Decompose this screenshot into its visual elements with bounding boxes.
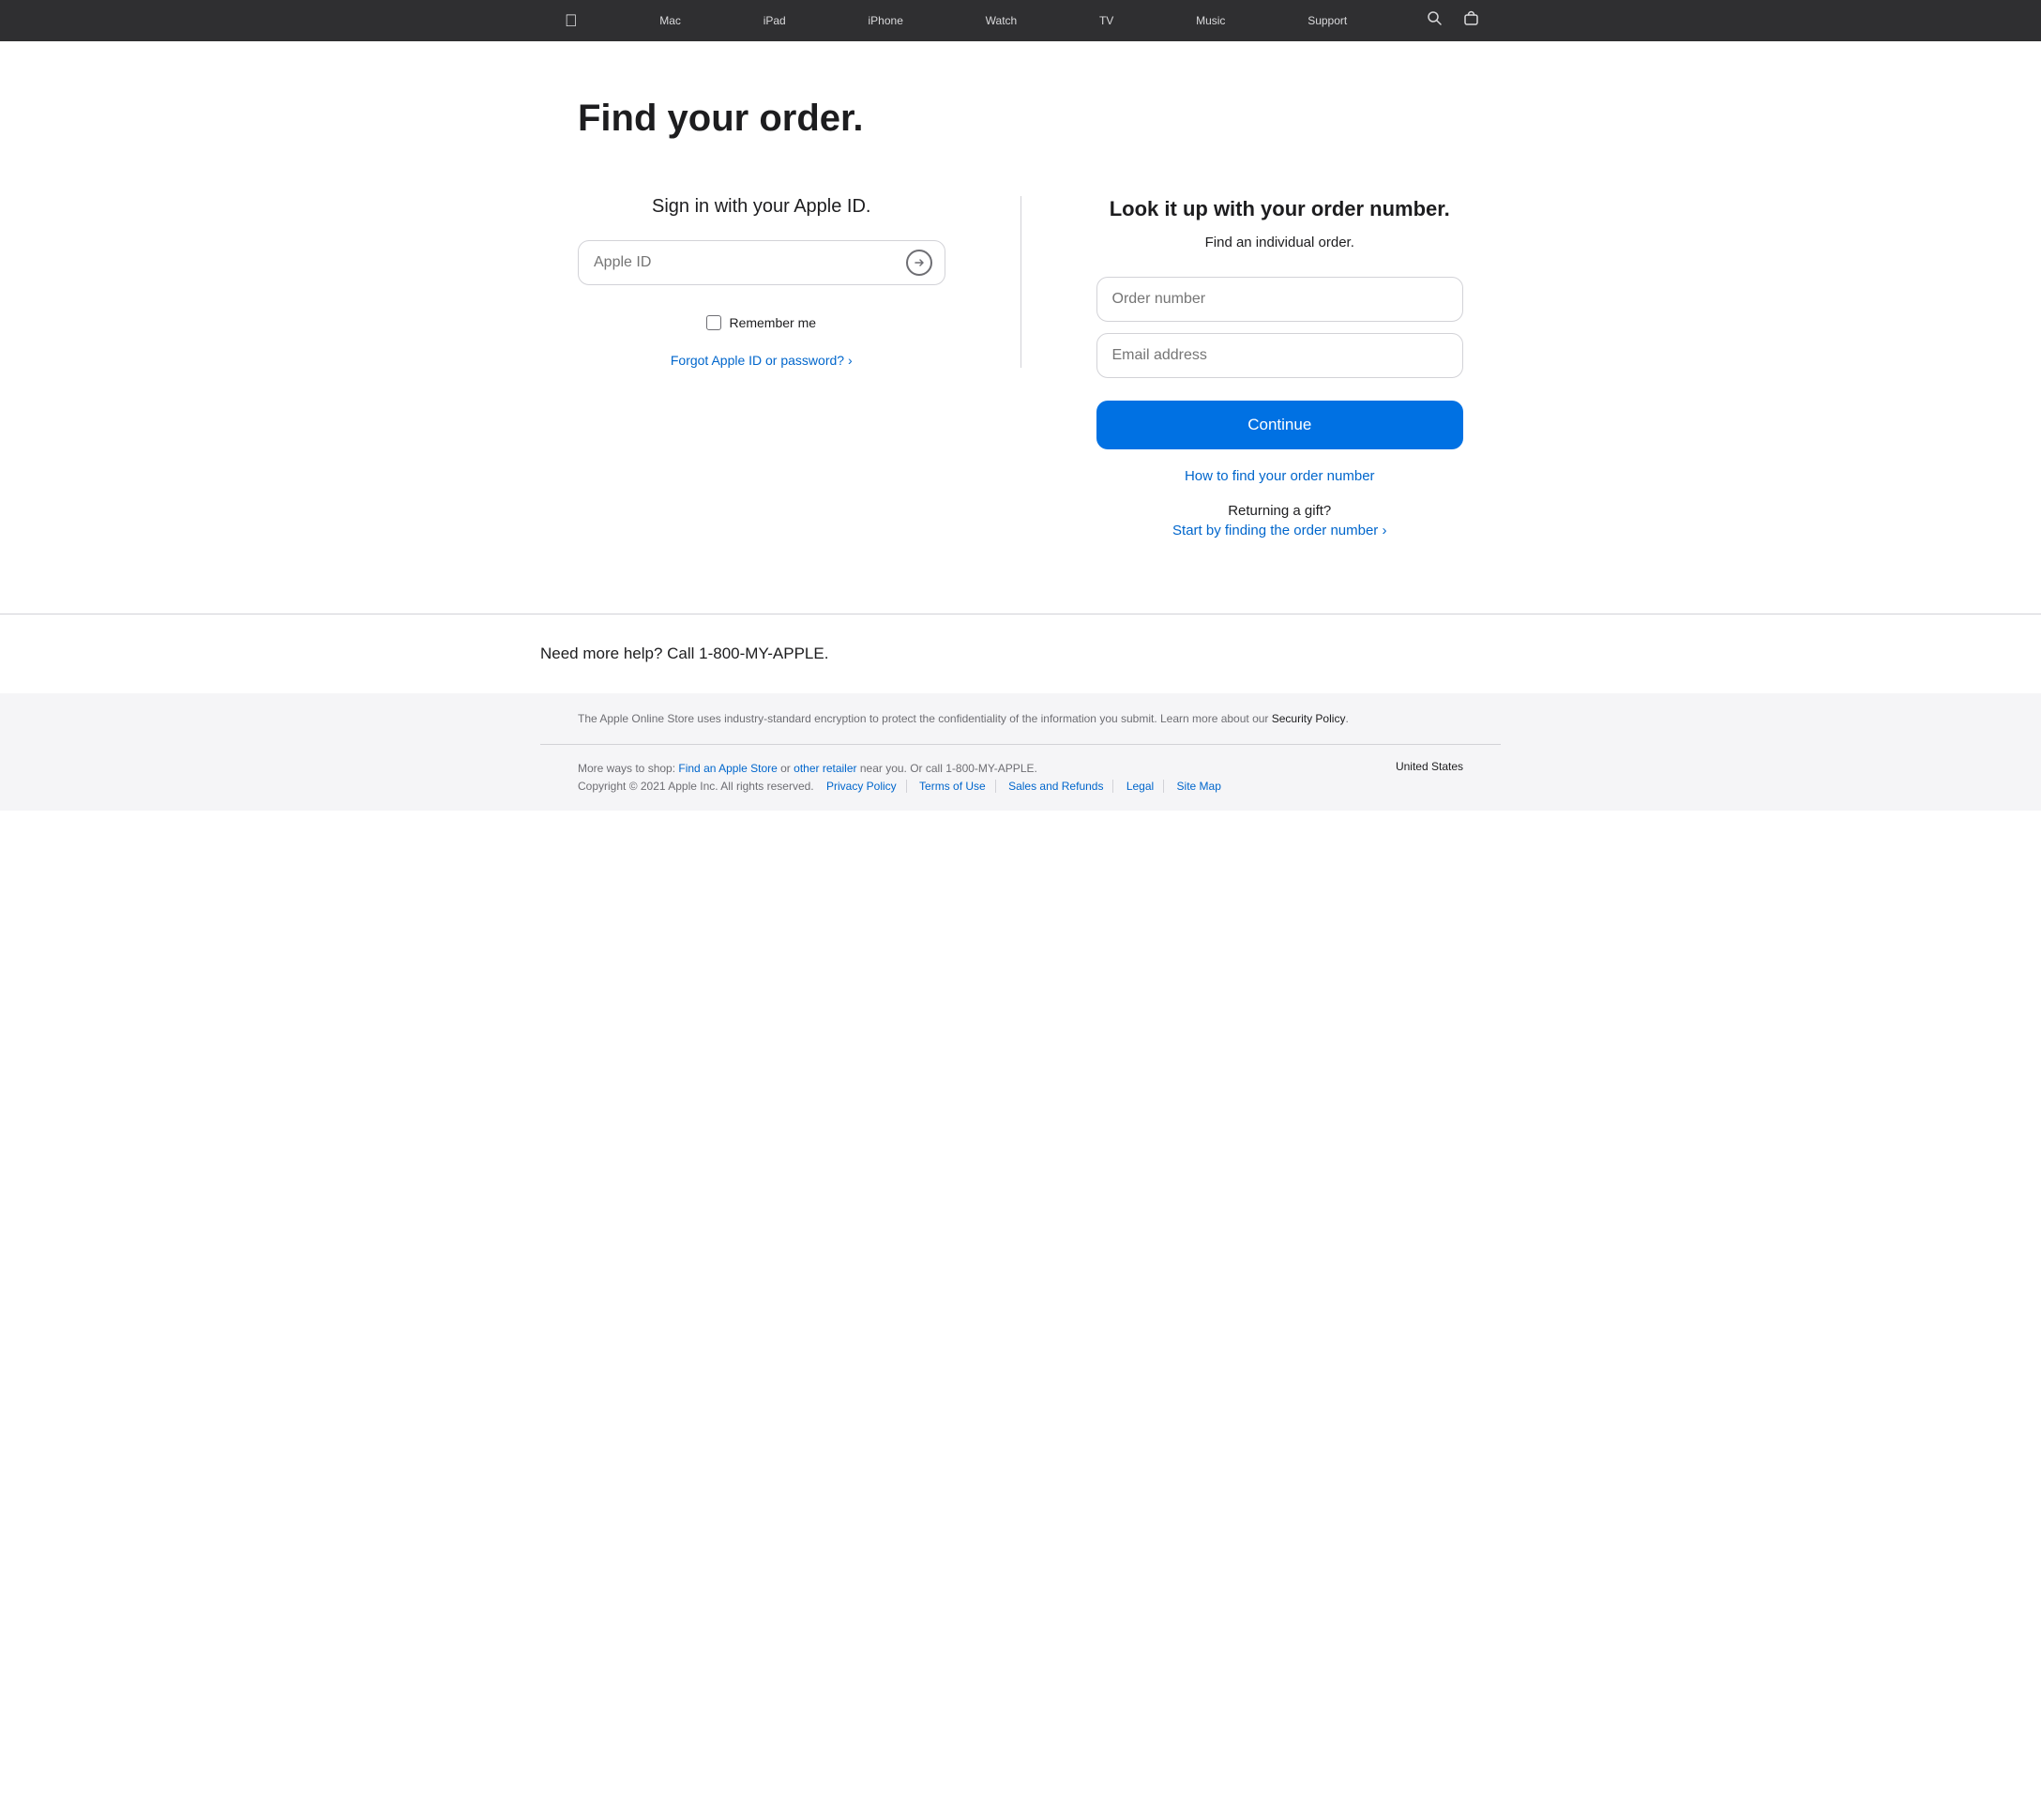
more-ways-text-after: near you. Or call 1-800-MY-APPLE.	[857, 762, 1037, 775]
bag-button[interactable]	[1457, 10, 1486, 31]
region-selector[interactable]: United States	[1396, 760, 1463, 773]
security-text-before: The Apple Online Store uses industry-sta…	[578, 712, 1272, 725]
email-address-input[interactable]	[1096, 333, 1464, 378]
footer-help-section: Need more help? Call 1-800-MY-APPLE.	[0, 614, 2041, 693]
start-finding-link[interactable]: Start by finding the order number ›	[1172, 523, 1386, 538]
other-retailer-link[interactable]: other retailer	[794, 762, 856, 775]
terms-of-use-link[interactable]: Terms of Use	[910, 780, 996, 793]
privacy-policy-link[interactable]: Privacy Policy	[817, 780, 907, 793]
footer-nav-links: Privacy Policy Terms of Use Sales and Re…	[817, 780, 1231, 793]
order-number-input[interactable]	[1096, 277, 1464, 322]
remember-me-checkbox[interactable]	[706, 315, 721, 330]
site-map-link[interactable]: Site Map	[1168, 780, 1231, 793]
navigation:  Mac iPad iPhone Watch TV Music Support	[0, 0, 2041, 41]
lookup-subtitle: Find an individual order.	[1096, 235, 1464, 250]
need-help-text: Need more help? Call 1-800-MY-APPLE.	[540, 645, 1501, 663]
how-to-find-order-link[interactable]: How to find your order number	[1096, 468, 1464, 484]
main-content: Find your order. Sign in with your Apple…	[540, 41, 1501, 614]
nav-item-support[interactable]: Support	[1298, 14, 1356, 27]
security-notice: The Apple Online Store uses industry-sta…	[540, 693, 1501, 745]
copyright-text: Copyright © 2021 Apple Inc. All rights r…	[578, 778, 1231, 796]
arrow-right-icon	[913, 256, 926, 269]
apple-id-input[interactable]	[578, 240, 945, 285]
continue-button[interactable]: Continue	[1096, 401, 1464, 449]
nav-item-ipad[interactable]: iPad	[754, 14, 795, 27]
sign-in-section: Sign in with your Apple ID. Remember me …	[578, 196, 1021, 368]
two-column-layout: Sign in with your Apple ID. Remember me …	[578, 196, 1463, 538]
apple-id-submit-button[interactable]	[906, 250, 932, 276]
security-policy-link[interactable]: Security Policy	[1272, 712, 1346, 725]
nav-item-iphone[interactable]: iPhone	[859, 14, 913, 27]
search-icon	[1428, 11, 1442, 25]
search-button[interactable]	[1420, 11, 1449, 30]
footer-left-content: More ways to shop: Find an Apple Store o…	[578, 760, 1231, 796]
more-ways-row: More ways to shop: Find an Apple Store o…	[578, 760, 1231, 778]
nav-item-mac[interactable]: Mac	[650, 14, 690, 27]
lookup-title: Look it up with your order number.	[1096, 196, 1464, 223]
nav-item-tv[interactable]: TV	[1090, 14, 1123, 27]
footer-links-row: More ways to shop: Find an Apple Store o…	[540, 745, 1501, 811]
forgot-apple-id-link[interactable]: Forgot Apple ID or password? ›	[578, 353, 945, 368]
arrow-circle-icon	[906, 250, 932, 276]
find-apple-store-link[interactable]: Find an Apple Store	[678, 762, 777, 775]
order-lookup-section: Look it up with your order number. Find …	[1021, 196, 1464, 538]
sales-refunds-link[interactable]: Sales and Refunds	[999, 780, 1113, 793]
apple-logo-icon[interactable]: 	[555, 11, 587, 31]
remember-me-label[interactable]: Remember me	[729, 315, 816, 330]
bag-icon	[1464, 10, 1478, 26]
page-title: Find your order.	[578, 98, 1463, 140]
returning-gift-title: Returning a gift?	[1096, 503, 1464, 519]
nav-item-watch[interactable]: Watch	[976, 14, 1027, 27]
security-text-after: .	[1345, 712, 1348, 725]
more-ways-text-before: More ways to shop:	[578, 762, 678, 775]
more-ways-text-middle: or	[778, 762, 794, 775]
returning-gift-section: Returning a gift? Start by finding the o…	[1096, 503, 1464, 538]
legal-link[interactable]: Legal	[1117, 780, 1164, 793]
apple-id-input-wrapper	[578, 240, 945, 285]
remember-me-row: Remember me	[578, 315, 945, 330]
site-footer: The Apple Online Store uses industry-sta…	[0, 693, 2041, 811]
nav-item-music[interactable]: Music	[1187, 14, 1234, 27]
sign-in-title: Sign in with your Apple ID.	[578, 196, 945, 218]
